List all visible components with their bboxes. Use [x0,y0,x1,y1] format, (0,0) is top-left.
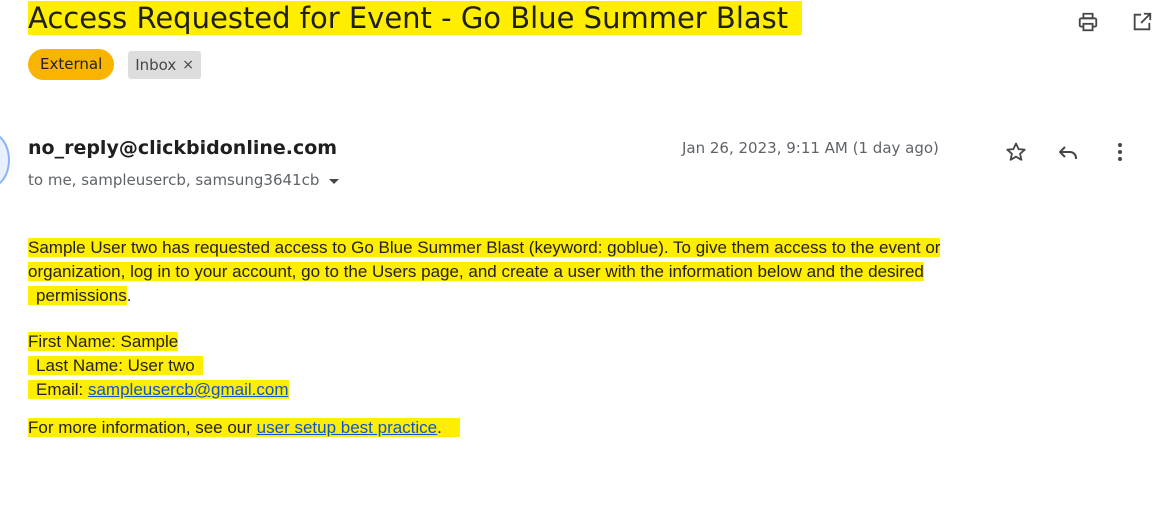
recipients-text: to me, sampleusercb, samsung3641cb [28,171,320,189]
email-link[interactable]: sampleusercb@gmail.com [88,380,289,399]
more-info-suffix: . [437,418,442,437]
message-date: Jan 26, 2023, 9:11 AM (1 day ago) [682,139,939,157]
subject-text: Access Requested for Event - Go Blue Sum… [28,1,789,35]
message-actions [1000,136,1136,168]
best-practice-link[interactable]: user setup best practice [257,418,437,437]
email-body: Sample User two has requested access to … [28,236,1168,440]
thread-actions [1072,6,1158,38]
paragraph-period: . [126,286,132,305]
reply-icon[interactable] [1052,136,1084,168]
more-vert-icon[interactable] [1104,136,1136,168]
paragraph-line-2: organization, log in to your account, go… [28,262,924,281]
external-label: External [28,49,115,80]
remove-label-icon[interactable]: × [182,51,194,79]
more-info-line: For more information, see our user setup… [28,416,1168,440]
print-icon[interactable] [1072,6,1104,38]
email-label: Email: [36,380,88,399]
more-info-prefix: For more information, see our [28,418,257,437]
label-list: External Inbox × [28,49,202,80]
recipients-line: to me, sampleusercb, samsung3641cb [28,171,340,189]
paragraph-line-1: Sample User two has requested access to … [28,238,941,257]
request-paragraph: Sample User two has requested access to … [28,236,1168,308]
last-name-line: Last Name: User two [36,356,195,375]
open-in-new-window-icon[interactable] [1126,6,1158,38]
inbox-label-text: Inbox [135,55,177,74]
sender-address: no_reply@clickbidonline.com [28,137,338,159]
star-icon[interactable] [1000,136,1032,168]
caret-down-icon[interactable] [329,178,340,184]
first-name-line: First Name: Sample [28,332,179,351]
avatar[interactable] [0,132,10,188]
user-details: First Name: Sample Last Name: User two E… [28,330,1168,402]
paragraph-line-3: permissions [36,286,127,305]
inbox-label[interactable]: Inbox × [128,50,202,79]
email-subject: Access Requested for Event - Go Blue Sum… [28,0,803,40]
